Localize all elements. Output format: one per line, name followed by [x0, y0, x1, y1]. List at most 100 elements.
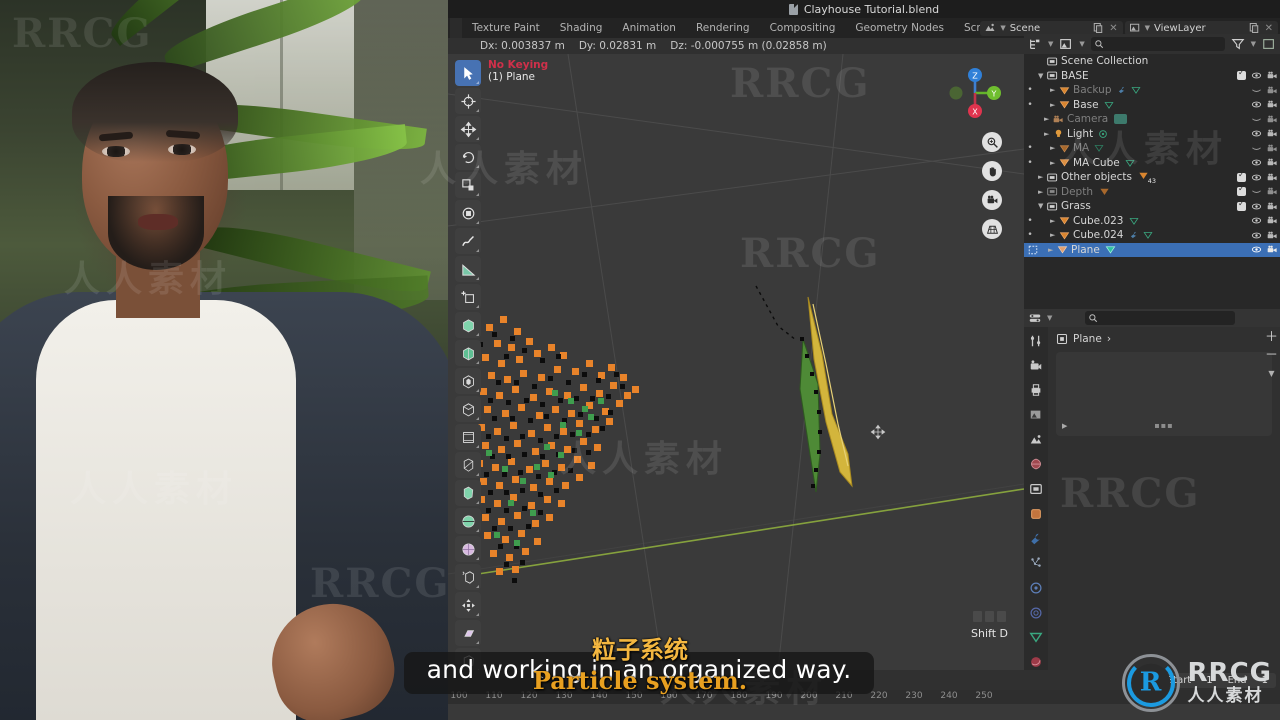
- expand-arrow-icon[interactable]: ▶: [1062, 422, 1067, 430]
- shrink-fatten-tool[interactable]: [455, 564, 481, 590]
- render-camera-icon[interactable]: [1267, 157, 1278, 168]
- hide-eye-closed-icon[interactable]: [1251, 114, 1262, 125]
- properties-search-field[interactable]: [1101, 312, 1236, 324]
- add-cube-tool[interactable]: [455, 284, 481, 310]
- collection-tab[interactable]: [1028, 481, 1044, 497]
- camera-view-button[interactable]: [982, 190, 1002, 210]
- outliner-row-cube-023[interactable]: • ► Cube.023: [1024, 214, 1280, 229]
- pan-view-button[interactable]: [982, 161, 1002, 181]
- chevron-down-icon[interactable]: ▼: [1268, 369, 1274, 378]
- resize-grip[interactable]: ▪▪▪: [1154, 421, 1173, 430]
- render-camera-icon[interactable]: [1267, 128, 1278, 139]
- loop-cut-tool[interactable]: [455, 424, 481, 450]
- world-tab[interactable]: [1028, 457, 1044, 473]
- duplicate-icon[interactable]: [1092, 22, 1104, 34]
- render-camera-icon[interactable]: [1267, 230, 1278, 241]
- tab-rendering[interactable]: Rendering: [686, 19, 760, 37]
- spin-tool[interactable]: [455, 508, 481, 534]
- duplicate-icon[interactable]: [1248, 22, 1260, 34]
- row-disclosure[interactable]: ►: [1048, 246, 1057, 254]
- extrude-manifold-tool[interactable]: [455, 340, 481, 366]
- tab-shading[interactable]: Shading: [550, 19, 613, 37]
- outliner-row-ma-cube[interactable]: • ► MA Cube: [1024, 156, 1280, 171]
- tab-texture-paint[interactable]: Texture Paint: [462, 19, 550, 37]
- inset-faces-tool[interactable]: [455, 368, 481, 394]
- tab-animation[interactable]: Animation: [612, 19, 686, 37]
- filter-collection-icon[interactable]: [1262, 37, 1276, 51]
- remove-button[interactable]: －: [1265, 349, 1278, 362]
- outliner-row-other-objects[interactable]: ► Other objects 43: [1024, 170, 1280, 185]
- output-tab[interactable]: [1028, 382, 1044, 398]
- scale-tool[interactable]: [455, 172, 481, 198]
- render-camera-icon[interactable]: [1267, 99, 1278, 110]
- exclude-checkbox[interactable]: [1237, 199, 1246, 211]
- extrude-region-tool[interactable]: [455, 312, 481, 338]
- outliner-display-mode-icon[interactable]: [1028, 37, 1042, 51]
- rip-region-tool[interactable]: [455, 592, 481, 618]
- exclude-checkbox[interactable]: [1237, 68, 1246, 81]
- tab-compositing[interactable]: Compositing: [760, 19, 846, 37]
- particles-tab[interactable]: [1028, 555, 1044, 571]
- tool-tab[interactable]: [1028, 333, 1044, 349]
- toggle-perspective-button[interactable]: [982, 219, 1002, 239]
- tweak-select-tool[interactable]: [455, 60, 481, 86]
- object-tab[interactable]: [1028, 506, 1044, 522]
- smooth-tool[interactable]: [455, 536, 481, 562]
- hide-eye-icon[interactable]: [1251, 244, 1262, 255]
- outliner-search-field[interactable]: [1106, 38, 1225, 50]
- properties-editor-icon[interactable]: [1028, 311, 1042, 325]
- transform-tool[interactable]: [455, 200, 481, 226]
- outliner-search-input[interactable]: [1090, 37, 1225, 51]
- row-disclosure[interactable]: ►: [1044, 115, 1053, 123]
- properties-editor[interactable]: ▼ Plane › ▶ ▪▪▪ ＋ － ▼: [1024, 309, 1280, 670]
- row-disclosure[interactable]: ►: [1038, 173, 1047, 181]
- outliner-editor[interactable]: ▼ ▼ ▼ Scene Collection ▼ BASE ✓ • ► Back…: [1024, 34, 1280, 309]
- close-icon[interactable]: ✕: [1108, 23, 1118, 34]
- hide-eye-closed-icon[interactable]: [1251, 143, 1262, 154]
- outliner-row-backup[interactable]: • ► Backup: [1024, 83, 1280, 98]
- row-disclosure[interactable]: ►: [1050, 231, 1059, 239]
- render-camera-icon[interactable]: [1267, 172, 1278, 183]
- move-tool[interactable]: [455, 116, 481, 142]
- outliner-row-base-collection[interactable]: ▼ BASE: [1024, 68, 1280, 84]
- outliner-row-light[interactable]: ► Light: [1024, 127, 1280, 142]
- row-disclosure[interactable]: ▼: [1038, 202, 1047, 210]
- render-camera-icon[interactable]: [1267, 143, 1278, 154]
- poly-build-tool[interactable]: [455, 480, 481, 506]
- hide-eye-icon[interactable]: [1251, 201, 1262, 212]
- hide-eye-icon[interactable]: [1251, 70, 1262, 81]
- viewlayer-tab[interactable]: [1028, 407, 1044, 423]
- row-disclosure[interactable]: ►: [1050, 144, 1059, 152]
- modifier-tab[interactable]: [1028, 531, 1044, 547]
- bevel-tool[interactable]: [455, 396, 481, 422]
- hide-eye-icon[interactable]: [1251, 215, 1262, 226]
- outliner-row-grass[interactable]: ▼ Grass: [1024, 199, 1280, 214]
- row-disclosure[interactable]: ►: [1038, 188, 1047, 196]
- annotate-tool[interactable]: [455, 228, 481, 254]
- outliner-row-base-object[interactable]: • ► Base: [1024, 98, 1280, 113]
- render-camera-icon[interactable]: [1267, 215, 1278, 226]
- render-camera-icon[interactable]: [1267, 70, 1278, 81]
- particle-systems-list[interactable]: ▶ ▪▪▪: [1056, 352, 1272, 436]
- row-disclosure[interactable]: ►: [1050, 101, 1059, 109]
- row-disclosure[interactable]: ►: [1050, 159, 1059, 167]
- physics-tab[interactable]: [1028, 580, 1044, 596]
- hide-eye-closed-icon[interactable]: [1251, 85, 1262, 96]
- rotate-tool[interactable]: [455, 144, 481, 170]
- cursor-tool[interactable]: [455, 88, 481, 114]
- constraints-tab[interactable]: [1028, 605, 1044, 621]
- row-disclosure[interactable]: ▼: [1038, 72, 1047, 80]
- render-camera-icon[interactable]: [1267, 114, 1278, 125]
- data-tab[interactable]: [1028, 630, 1044, 646]
- row-disclosure[interactable]: ►: [1044, 130, 1053, 138]
- exclude-checkbox[interactable]: [1237, 184, 1246, 197]
- tab-geometry-nodes[interactable]: Geometry Nodes: [845, 19, 954, 37]
- 3d-viewport[interactable]: No Keying (1) Plane Z Y X Shift D: [448, 54, 1024, 670]
- view-axis-gizmo[interactable]: Z Y X: [944, 62, 1006, 124]
- render-camera-icon[interactable]: [1267, 244, 1278, 255]
- material-tab[interactable]: [1028, 654, 1044, 670]
- scene-tab[interactable]: [1028, 432, 1044, 448]
- render-camera-icon[interactable]: [1267, 186, 1278, 197]
- hide-eye-icon[interactable]: [1251, 128, 1262, 139]
- render-camera-icon[interactable]: [1267, 85, 1278, 96]
